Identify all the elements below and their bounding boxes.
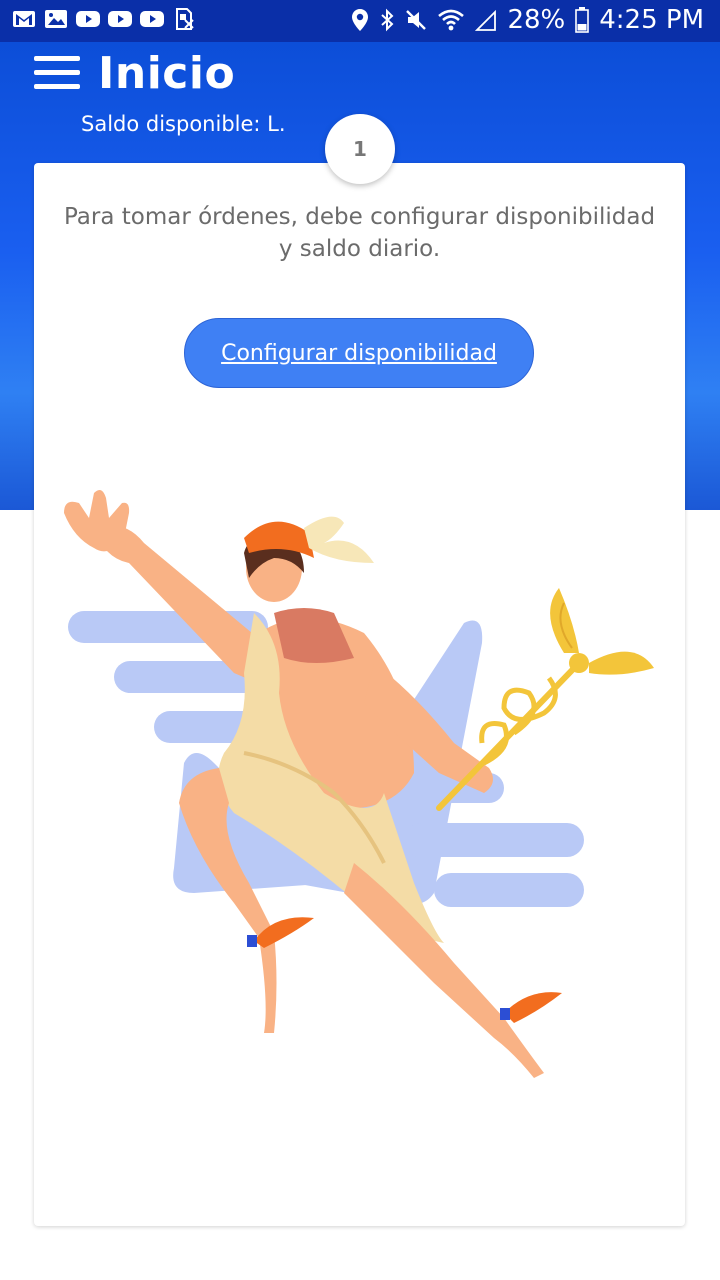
neck-shadow — [274, 608, 354, 663]
helmet-wing — [304, 516, 374, 563]
hamburger-icon — [34, 56, 80, 61]
mute-icon — [406, 10, 427, 30]
status-bar: 28% 4:25 PM — [0, 0, 720, 42]
signal-icon — [475, 9, 497, 31]
sim-icon — [176, 8, 194, 30]
system-status: 28% 4:25 PM — [351, 5, 704, 35]
youtube-icon — [76, 11, 100, 27]
notification-icons — [12, 8, 196, 30]
location-icon — [352, 9, 369, 31]
right-foot-wing — [504, 992, 562, 1023]
wifi-icon — [438, 9, 465, 31]
clock: 4:25 PM — [599, 5, 704, 35]
hermes-illustration — [64, 489, 654, 1078]
youtube-icon — [108, 11, 132, 27]
bluetooth-icon — [381, 8, 394, 32]
raised-hand — [64, 489, 130, 552]
page-title: Inicio — [98, 48, 236, 99]
screen: 28% 4:25 PM Inicio Saldo disponible: L. … — [0, 0, 720, 1280]
instructions-text: Para tomar órdenes, debe configurar disp… — [63, 204, 656, 262]
menu-button[interactable] — [34, 56, 82, 90]
youtube-icon — [140, 11, 164, 27]
gallery-icon — [45, 10, 67, 28]
right-anklet — [500, 1008, 510, 1020]
battery-percent: 28% — [507, 5, 566, 35]
configure-availability-button[interactable]: Configurar disponibilidad — [184, 318, 534, 388]
count-badge: 1 — [325, 114, 395, 184]
balance-label: Saldo disponible: L. — [81, 112, 286, 136]
left-anklet — [247, 935, 257, 947]
content-card: Para tomar órdenes, debe configurar disp… — [34, 163, 685, 1226]
hamburger-icon — [34, 70, 80, 75]
battery-icon — [575, 7, 590, 33]
hamburger-icon — [34, 84, 80, 89]
gmail-icon — [13, 11, 35, 27]
